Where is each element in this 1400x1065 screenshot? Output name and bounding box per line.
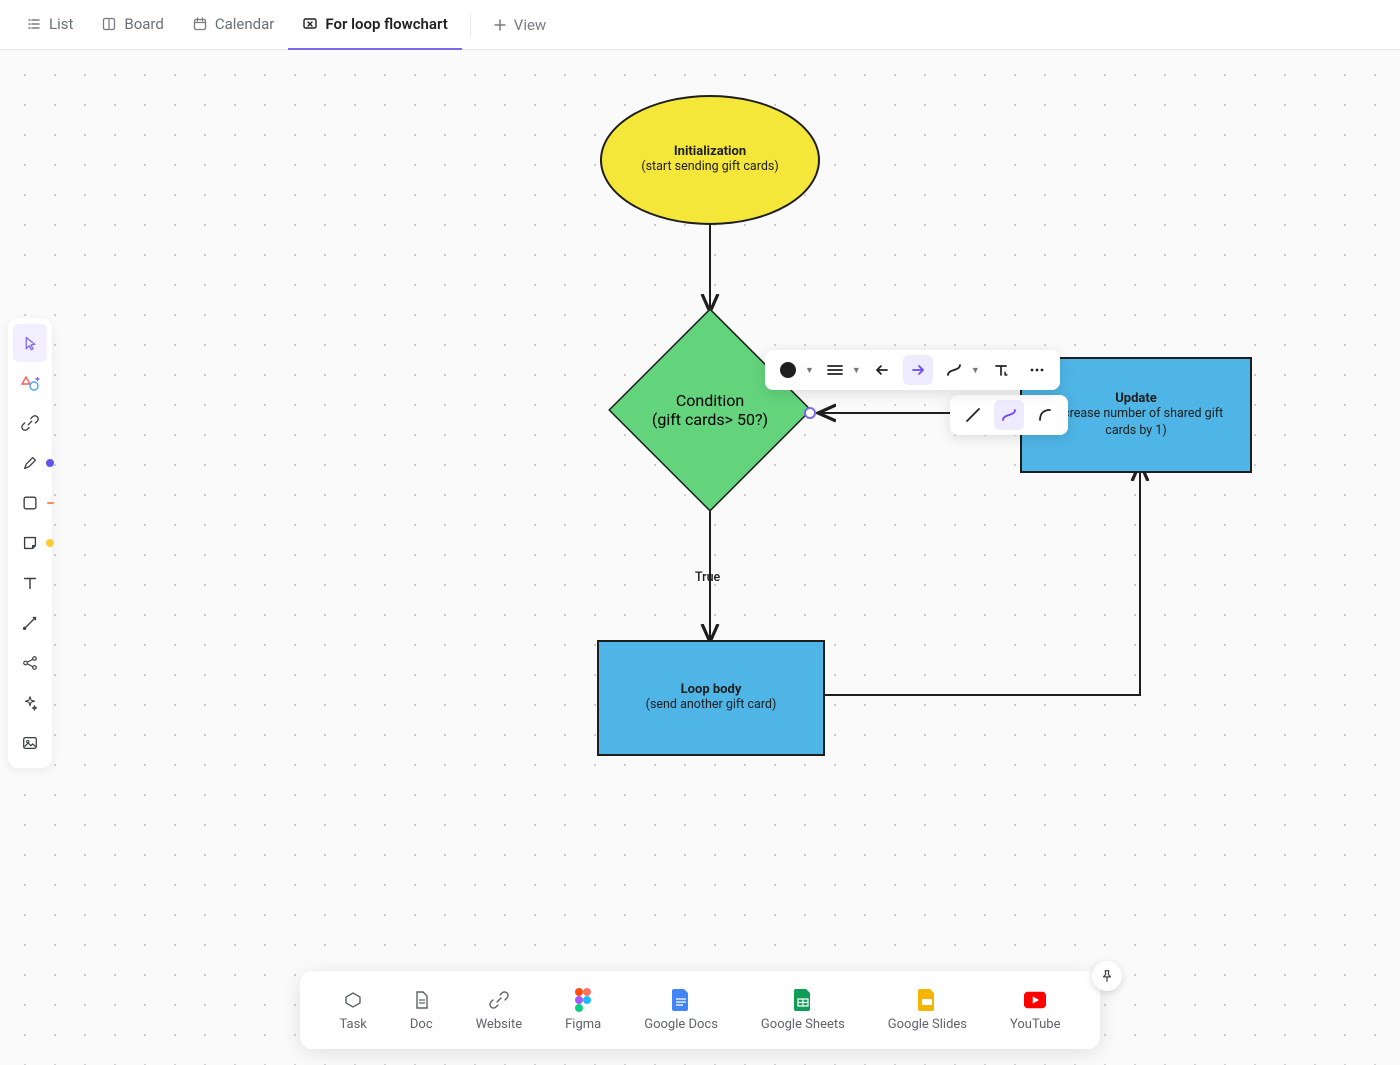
card-youtube-label: YouTube: [1010, 1017, 1061, 1032]
tool-shape-add[interactable]: [13, 364, 47, 402]
card-website-label: Website: [476, 1017, 523, 1032]
edge-label-true[interactable]: True: [695, 570, 720, 585]
connection-handle[interactable]: [804, 407, 816, 419]
list-icon: [26, 16, 42, 32]
bottom-card-bar: Task Doc Website Figma Google Docs Googl…: [300, 971, 1100, 1049]
connector-arrow-end-button[interactable]: [903, 355, 933, 385]
tab-list[interactable]: List: [12, 0, 87, 50]
cursor-icon: [22, 335, 39, 352]
node-condition-sub: (gift cards> 50?): [652, 410, 768, 429]
card-gslides-label: Google Slides: [888, 1017, 967, 1032]
tool-connector[interactable]: [13, 604, 47, 642]
whiteboard-canvas[interactable]: Initialization (start sending gift cards…: [0, 50, 1400, 1065]
sparkle-icon: [21, 694, 39, 712]
card-doc-label: Doc: [410, 1017, 433, 1032]
whiteboard-icon: [302, 16, 318, 32]
calendar-icon: [192, 16, 208, 32]
connector-more-button[interactable]: [1022, 355, 1052, 385]
node-condition[interactable]: Condition (gift cards> 50?): [610, 310, 810, 510]
curve-elbow-button[interactable]: [994, 400, 1024, 430]
image-icon: [21, 734, 39, 752]
node-update-sub: (increase number of shared gift cards by…: [1046, 406, 1226, 440]
square-icon: [21, 494, 39, 512]
tab-list-label: List: [49, 15, 73, 33]
connector-color-button[interactable]: [773, 355, 803, 385]
node-initialization-sub: (start sending gift cards): [641, 159, 778, 176]
link-icon: [21, 414, 39, 432]
tab-calendar[interactable]: Calendar: [178, 0, 289, 50]
curve-straight-button[interactable]: [958, 400, 988, 430]
node-initialization[interactable]: Initialization (start sending gift cards…: [600, 95, 820, 225]
doc-icon: [410, 989, 432, 1011]
gsheets-icon: [792, 989, 814, 1011]
tool-select[interactable]: [13, 324, 47, 362]
shapes-icon: [20, 373, 40, 393]
add-view-label: View: [514, 16, 546, 34]
card-doc[interactable]: Doc: [410, 989, 433, 1032]
card-gslides[interactable]: Google Slides: [888, 989, 967, 1032]
mindmap-icon: [21, 654, 39, 672]
color-swatch-icon: [780, 362, 796, 378]
pin-icon: [1100, 969, 1114, 983]
pin-button[interactable]: [1092, 961, 1122, 991]
node-loop-body-sub: (send another gift card): [646, 697, 777, 714]
card-gdocs-label: Google Docs: [644, 1017, 718, 1032]
tool-image[interactable]: [13, 724, 47, 762]
card-task-label: Task: [339, 1017, 366, 1032]
tab-calendar-label: Calendar: [215, 15, 275, 33]
connector-line-style-button[interactable]: [820, 355, 850, 385]
sticky-icon: [21, 534, 39, 552]
node-loop-body-title: Loop body: [681, 682, 742, 697]
tool-link[interactable]: [13, 404, 47, 442]
caret-icon: ▼: [971, 365, 980, 376]
caret-icon: ▼: [805, 365, 814, 376]
node-initialization-title: Initialization: [674, 144, 746, 159]
tool-sticky[interactable]: [13, 524, 47, 562]
text-icon: [21, 574, 39, 592]
connector-text-button[interactable]: [986, 355, 1016, 385]
caret-icon: ▼: [852, 365, 861, 376]
tab-board-label: Board: [124, 15, 163, 33]
node-loop-body[interactable]: Loop body (send another gift card): [597, 640, 825, 756]
card-gdocs[interactable]: Google Docs: [644, 989, 718, 1032]
card-website[interactable]: Website: [476, 989, 523, 1032]
card-figma[interactable]: Figma: [565, 989, 601, 1032]
connector-arrow-start-button[interactable]: [867, 355, 897, 385]
add-view-button[interactable]: View: [479, 0, 560, 50]
tool-square[interactable]: [13, 484, 47, 522]
tab-divider: [470, 14, 471, 36]
tool-mindmap[interactable]: [13, 644, 47, 682]
curve-rounded-button[interactable]: [1030, 400, 1060, 430]
task-icon: [342, 989, 364, 1011]
board-icon: [101, 16, 117, 32]
connector-toolbar: ▼ ▼ ▼: [765, 350, 1060, 390]
figma-icon: [572, 989, 594, 1011]
view-tabs: List Board Calendar For loop flowchart V…: [0, 0, 1400, 50]
tool-pen[interactable]: [13, 444, 47, 482]
node-update-title: Update: [1115, 391, 1157, 406]
connector-curve-submenu: [950, 395, 1068, 435]
tab-flowchart-label: For loop flowchart: [325, 15, 447, 33]
tool-text[interactable]: [13, 564, 47, 602]
gdocs-icon: [670, 989, 692, 1011]
tab-flowchart[interactable]: For loop flowchart: [288, 0, 461, 50]
node-condition-title: Condition: [676, 391, 744, 410]
link-icon: [488, 989, 510, 1011]
pen-icon: [21, 454, 39, 472]
tool-ai[interactable]: [13, 684, 47, 722]
card-figma-label: Figma: [565, 1017, 601, 1032]
connector-curve-button[interactable]: [939, 355, 969, 385]
gslides-icon: [916, 989, 938, 1011]
youtube-icon: [1024, 989, 1046, 1011]
tab-board[interactable]: Board: [87, 0, 177, 50]
connector-icon: [21, 614, 39, 632]
card-youtube[interactable]: YouTube: [1010, 989, 1061, 1032]
card-gsheets[interactable]: Google Sheets: [761, 989, 845, 1032]
card-task[interactable]: Task: [339, 989, 366, 1032]
card-gsheets-label: Google Sheets: [761, 1017, 845, 1032]
left-toolbar: [8, 318, 52, 768]
plus-icon: [493, 18, 507, 32]
